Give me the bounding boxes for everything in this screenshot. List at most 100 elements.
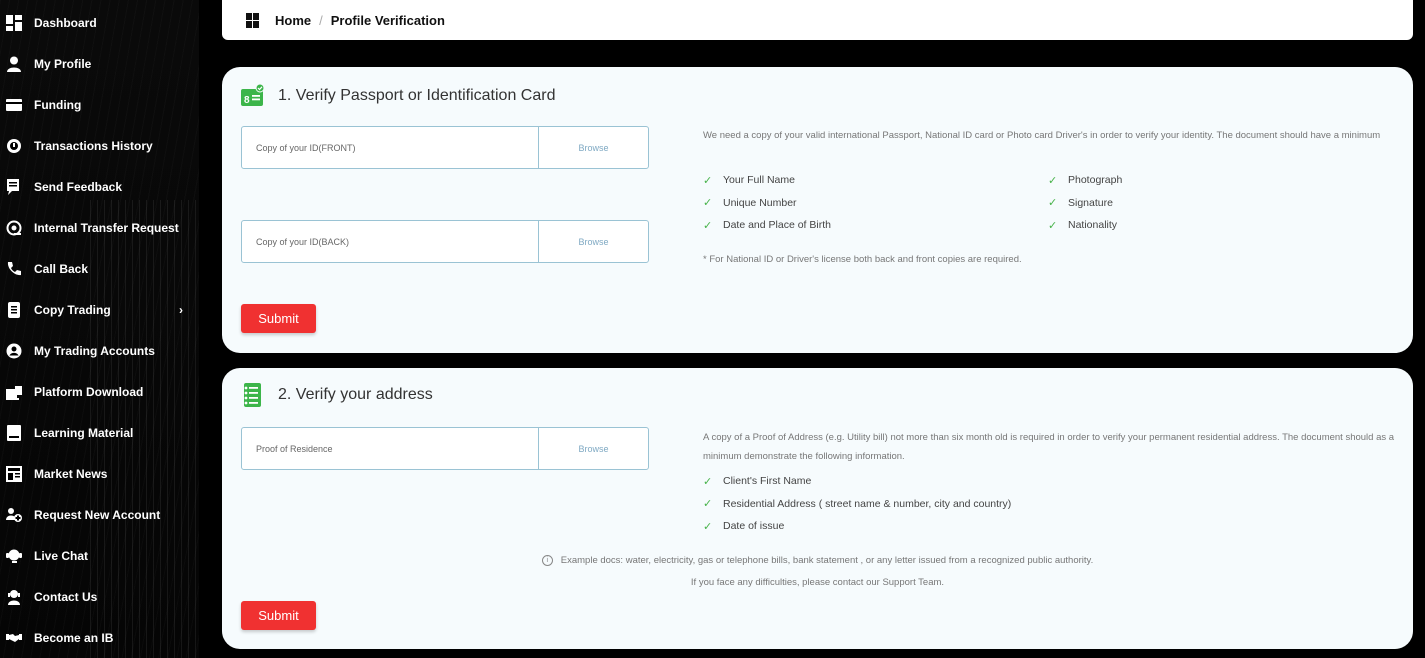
list-item: ✓ Photograph (1048, 174, 1123, 187)
chevron-right-icon: › (179, 302, 183, 317)
list-item: ✓ Unique Number (703, 196, 797, 210)
sidebar-item-label: Call Back (34, 261, 89, 276)
check-icon: ✓ (703, 174, 713, 187)
info-icon: i (541, 555, 553, 566)
id-description: We need a copy of your valid internation… (703, 130, 1381, 141)
sidebar-item-label: Platform Download (34, 384, 144, 399)
sidebar-item-contact-us[interactable]: Contact Us (0, 576, 199, 617)
check-icon: ✓ (703, 219, 713, 232)
list-item: ✓ Your Full Name (703, 174, 795, 187)
check-icon: ✓ (1048, 197, 1058, 210)
download-icon (4, 382, 24, 402)
sidebar-item-label: Market News (34, 466, 108, 481)
check-icon: ✓ (703, 475, 713, 488)
sidebar-item-platform-download[interactable]: Platform Download (0, 371, 199, 412)
account-icon (4, 341, 24, 361)
copy-icon (4, 300, 24, 320)
id-card-icon: 8 (241, 84, 265, 106)
breadcrumb: Home / Profile Verification (222, 0, 1413, 40)
id-back-input[interactable]: Copy of your ID(BACK) (242, 221, 538, 262)
sidebar-item-label: Dashboard (34, 15, 97, 30)
id-note: * For National ID or Driver's license bo… (703, 254, 1022, 265)
sidebar-item-label: Copy Trading (34, 302, 111, 317)
card-icon (4, 95, 24, 115)
sidebar-item-label: My Trading Accounts (34, 343, 155, 358)
submit-button[interactable]: Submit (241, 601, 316, 630)
id-back-upload: Copy of your ID(BACK) Browse (241, 220, 649, 263)
sidebar-item-dashboard[interactable]: Dashboard (0, 2, 199, 43)
dashboard-icon (4, 13, 24, 33)
sidebar-item-label: Request New Account (34, 507, 161, 522)
verify-address-card: 2. Verify your address Proof of Residenc… (222, 368, 1413, 649)
book-icon (4, 423, 24, 443)
support-note: If you face any difficulties, please con… (690, 577, 945, 588)
browse-button[interactable]: Browse (538, 221, 648, 262)
requirements-list-right: ✓ Photograph ✓ Signature ✓ Nationality (1048, 169, 1122, 237)
sidebar-item-label: My Profile (34, 56, 92, 71)
sidebar-item-live-chat[interactable]: Live Chat (0, 535, 199, 576)
sidebar-item-copy-trading[interactable]: Copy Trading › (0, 289, 199, 330)
address-description: A copy of a Proof of Address (e.g. Utili… (703, 432, 1395, 462)
sidebar-item-send-feedback[interactable]: Send Feedback (0, 166, 199, 207)
phone-icon (4, 259, 24, 279)
sidebar-item-call-back[interactable]: Call Back (0, 248, 199, 289)
section-title-text: 2. Verify your address (278, 386, 433, 403)
id-front-upload: Copy of your ID(FRONT) Browse (241, 126, 649, 169)
check-icon: ✓ (703, 520, 713, 533)
chat-icon (4, 546, 24, 566)
contact-icon (4, 587, 24, 607)
requirements-list-left: ✓ Your Full Name ✓ Unique Number ✓ Date and… (703, 169, 831, 237)
browse-button[interactable]: Browse (538, 127, 648, 168)
breadcrumb-current: Profile Verification (330, 12, 445, 28)
list-item: ✓ Date and Place of Birth (703, 219, 831, 232)
sidebar-item-request-new-account[interactable]: Request New Account (0, 494, 199, 535)
feedback-icon (4, 177, 24, 197)
browse-button[interactable]: Browse (538, 428, 648, 469)
id-front-input[interactable]: Copy of your ID(FRONT) (242, 127, 538, 168)
checklist-icon (244, 383, 261, 407)
sidebar-item-become-ib[interactable]: Become an IB (0, 617, 199, 658)
sidebar-item-label: Learning Material (34, 425, 134, 440)
new-account-icon (4, 505, 24, 525)
sidebar-item-funding[interactable]: Funding (0, 84, 199, 125)
sidebar-item-label: Send Feedback (34, 179, 123, 194)
sidebar-item-market-news[interactable]: Market News (0, 453, 199, 494)
sidebar: Dashboard My Profile Funding Transaction… (0, 0, 199, 658)
handshake-icon (4, 628, 24, 648)
address-requirements-list: ✓ Client's First Name ✓ Residential Addres… (703, 470, 1011, 538)
list-item: ✓ Residential Address ( street name & num… (703, 497, 1012, 511)
list-item: ✓ Nationality (1048, 219, 1118, 232)
list-item: ✓ Client's First Name (703, 475, 812, 488)
sidebar-item-label: Become an IB (34, 630, 114, 645)
submit-button[interactable]: Submit (241, 304, 316, 333)
sidebar-item-label: Contact Us (34, 589, 98, 604)
sidebar-item-label: Transactions History (34, 138, 153, 153)
history-icon (4, 136, 24, 156)
check-icon: ✓ (703, 498, 713, 511)
section-title: 2. Verify your address (241, 383, 433, 407)
sidebar-item-transactions-history[interactable]: Transactions History (0, 125, 199, 166)
list-item: ✓ Signature (1048, 196, 1113, 210)
grid-icon (246, 12, 259, 28)
svg-text:8: 8 (244, 95, 250, 106)
verify-id-card: 8 1. Verify Passport or Identification C… (222, 67, 1413, 353)
sidebar-item-label: Internal Transfer Request (34, 220, 179, 235)
user-icon (4, 54, 24, 74)
check-icon: ✓ (1048, 219, 1058, 232)
sidebar-item-learning-material[interactable]: Learning Material (0, 412, 199, 453)
residence-upload: Proof of Residence Browse (241, 427, 649, 470)
breadcrumb-home-link[interactable]: Home (275, 13, 311, 28)
list-item: ✓ Date of issue (703, 520, 785, 533)
breadcrumb-separator: / (319, 12, 323, 28)
section-title: 8 1. Verify Passport or Identification C… (241, 84, 555, 108)
residence-input[interactable]: Proof of Residence (242, 428, 538, 469)
sidebar-item-my-trading-accounts[interactable]: My Trading Accounts (0, 330, 199, 371)
sidebar-item-my-profile[interactable]: My Profile (0, 43, 199, 84)
example-note: i Example docs: water, electricity, gas o… (222, 555, 1413, 566)
sidebar-item-label: Funding (34, 97, 82, 112)
section-title-text: 1. Verify Passport or Identification Car… (278, 87, 556, 104)
sidebar-item-internal-transfer[interactable]: Internal Transfer Request (0, 207, 199, 248)
check-icon: ✓ (1048, 174, 1058, 187)
check-icon: ✓ (703, 197, 713, 210)
sidebar-item-label: Live Chat (34, 548, 89, 563)
